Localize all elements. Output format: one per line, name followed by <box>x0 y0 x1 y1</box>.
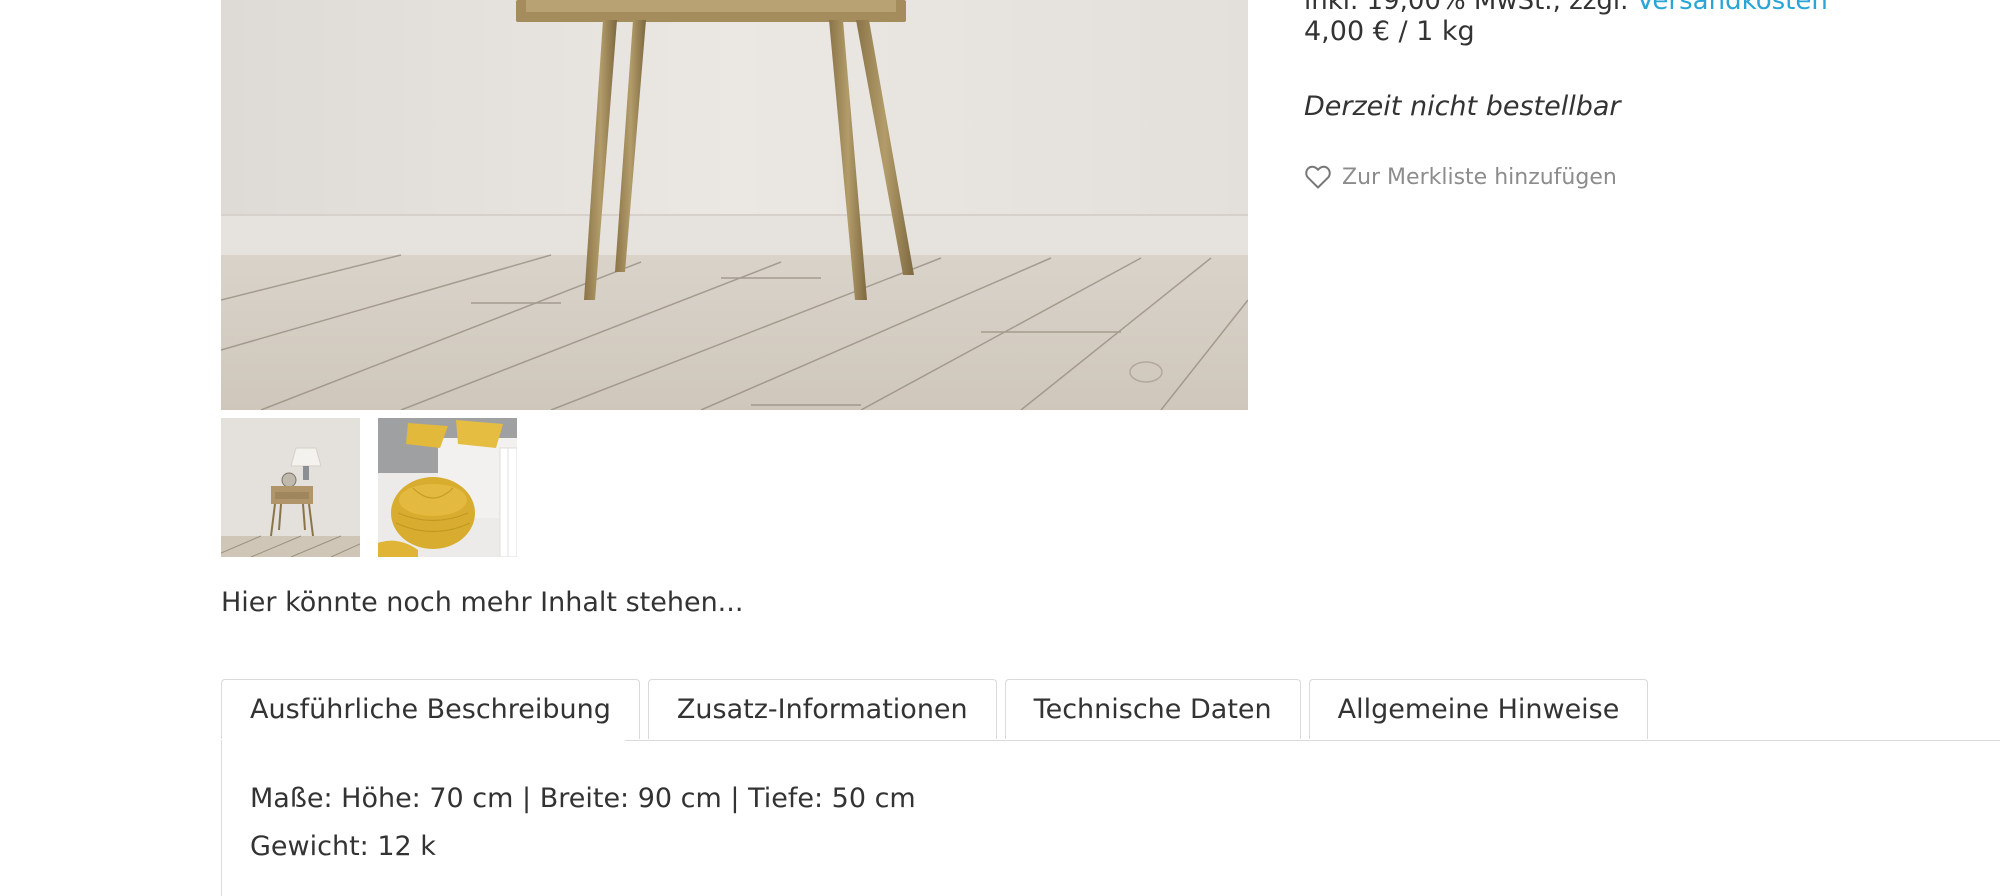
dimensions-text: Maße: Höhe: 70 cm | Breite: 90 cm | Tief… <box>250 783 916 814</box>
availability-status: Derzeit nicht bestellbar <box>1304 91 1621 122</box>
heart-icon <box>1305 165 1331 189</box>
nightstand-photo <box>221 0 1248 410</box>
tax-text: inkl. 19,00% MwSt., zzgl. <box>1304 0 1637 16</box>
shipping-costs-link[interactable]: Versandkosten <box>1637 0 1828 16</box>
add-to-wishlist-button[interactable]: Zur Merkliste hinzufügen <box>1304 164 1617 190</box>
base-price: 4,00 € / 1 kg <box>1304 16 1475 47</box>
thumbnail-pouf[interactable] <box>378 418 517 557</box>
tab-technical-data[interactable]: Technische Daten <box>1004 679 1301 739</box>
tab-panel-description: Maße: Höhe: 70 cm | Breite: 90 cm | Tief… <box>221 740 2000 896</box>
tab-additional-info[interactable]: Zusatz-Informationen <box>647 679 997 739</box>
wishlist-label: Zur Merkliste hinzufügen <box>1342 164 1617 190</box>
yellow-pouf-thumbnail <box>378 418 517 557</box>
tab-description[interactable]: Ausführliche Beschreibung <box>221 679 640 739</box>
active-tab-indicator <box>222 739 625 742</box>
main-product-image[interactable] <box>221 0 1248 410</box>
tab-general-notes[interactable]: Allgemeine Hinweise <box>1308 679 1649 739</box>
product-detail-page: inkl. 19,00% MwSt., zzgl. Versandkosten … <box>0 0 2000 896</box>
weight-text: Gewicht: 12 k <box>250 831 436 862</box>
product-tabs: Ausführliche Beschreibung Zusatz-Informa… <box>221 679 1656 741</box>
thumbnail-nightstand[interactable] <box>221 418 360 557</box>
tax-info: inkl. 19,00% MwSt., zzgl. Versandkosten <box>1304 0 1828 16</box>
more-content-text: Hier könnte noch mehr Inhalt stehen... <box>221 587 744 618</box>
nightstand-thumbnail <box>221 418 360 557</box>
